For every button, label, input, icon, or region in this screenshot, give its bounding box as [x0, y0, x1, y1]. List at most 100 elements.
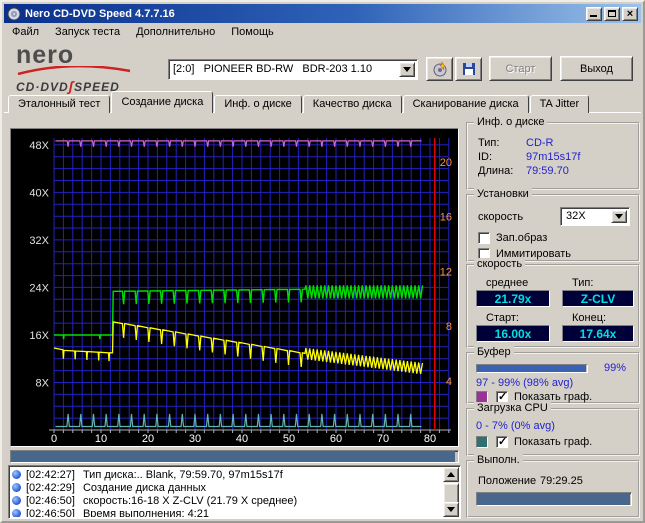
progress-group: Выполн. Положение 79:29.25 [466, 460, 640, 518]
write-image-checkbox[interactable] [478, 232, 490, 244]
start-button[interactable]: Старт [489, 56, 552, 81]
menu-help[interactable]: Помощь [223, 24, 282, 40]
chart-line-rotation-speed [54, 322, 423, 374]
log-scrollbar[interactable] [443, 467, 459, 517]
disc-length-label: Длина: [478, 165, 513, 177]
app-window: Nero CD-DVD Speed 4.7.7.16 × Файл Запуск… [0, 0, 645, 523]
position-progress-bar [476, 492, 632, 506]
settings-group: Установки скорость 32X Зап.образ Иммитир… [466, 194, 640, 262]
x-tick-label: 80 [424, 433, 436, 445]
x-tick-label: 40 [236, 433, 248, 445]
y-left-tick-label: 16X [29, 330, 49, 342]
position-value: 79:29.25 [540, 475, 583, 487]
cpu-color-swatch [476, 436, 488, 448]
x-tick-label: 30 [189, 433, 201, 445]
x-tick-label: 50 [283, 433, 295, 445]
y-right-tick-label: 16 [440, 212, 452, 224]
disc-length-value: 79:59.70 [526, 165, 569, 177]
window-title: Nero CD-DVD Speed 4.7.7.16 [25, 8, 584, 20]
drive-selector[interactable]: [2:0] PIONEER BD-RW BDR-203 1.10 [168, 59, 418, 80]
buffer-percent: 99% [604, 362, 626, 374]
minimize-button[interactable] [586, 7, 602, 21]
x-tick-label: 0 [51, 433, 57, 445]
speed-select-arrow[interactable] [611, 210, 627, 223]
buffer-level-fill [477, 365, 586, 372]
type-label: Тип: [572, 277, 593, 289]
drive-selector-arrow[interactable] [399, 62, 415, 77]
tab-scan-disc[interactable]: Сканирование диска [403, 95, 529, 113]
end-speed-label: Конец: [572, 312, 606, 324]
end-speed-value: 17.64x [562, 325, 634, 342]
buffer-group: Буфер 99% 97 - 99% (98% avg) Показать гр… [466, 352, 640, 404]
burn-options-button[interactable] [426, 57, 453, 81]
x-tick-label: 60 [330, 433, 342, 445]
log-entry-icon [12, 509, 21, 517]
log-panel: [02:42:27] Тип диска:.. Blank, 79:59.70,… [8, 465, 461, 519]
menu-extra[interactable]: Дополнительно [128, 24, 223, 40]
tab-benchmark[interactable]: Эталонный тест [8, 95, 110, 113]
write-image-label: Зап.образ [496, 232, 547, 244]
save-button[interactable] [455, 57, 482, 81]
speed-select[interactable]: 32X [560, 207, 630, 226]
menu-bar: Файл Запуск теста Дополнительно Помощь [4, 23, 641, 41]
log-entry-time: [02:46:50] [26, 508, 75, 518]
floppy-save-icon [462, 62, 476, 76]
log-entry-text: Создание диска данных [83, 482, 206, 494]
tab-disc-quality[interactable]: Качество диска [303, 95, 402, 113]
app-icon[interactable] [7, 7, 21, 21]
disc-id-value: 97m15s17f [526, 151, 580, 163]
buffer-level-bar [476, 364, 588, 373]
log-lines: [02:42:27] Тип диска:.. Blank, 79:59.70,… [12, 468, 442, 517]
exit-button[interactable]: Выход [560, 56, 633, 81]
position-label: Положение [478, 475, 536, 487]
average-label: среднее [486, 277, 528, 289]
x-tick-label: 70 [377, 433, 389, 445]
log-entry-time: [02:42:29] [26, 482, 75, 494]
type-value: Z-CLV [562, 290, 634, 307]
disc-type-label: Тип: [478, 137, 499, 149]
log-entry-text: Время выполнения: 4:21 [83, 508, 209, 518]
start-speed-label: Старт: [486, 312, 519, 324]
menu-run-test[interactable]: Запуск теста [47, 24, 128, 40]
speed-select-value: 32X [566, 210, 586, 222]
cpu-show-graph-checkbox[interactable] [496, 436, 508, 448]
tab-ta-jitter[interactable]: TA Jitter [530, 95, 590, 113]
disc-type-value: CD-R [526, 137, 554, 149]
drive-selector-value: [2:0] PIONEER BD-RW BDR-203 1.10 [173, 63, 397, 75]
speed-select-label: скорость [478, 211, 523, 223]
burn-disc-icon [432, 61, 448, 77]
y-right-tick-label: 20 [440, 157, 452, 169]
buffer-range: 97 - 99% (98% avg) [476, 377, 573, 389]
speed-result-group: скорость среднее Тип: 21.79x Z-CLV Старт… [466, 264, 640, 348]
scroll-up-button[interactable] [443, 467, 459, 482]
speed-result-title: скорость [474, 258, 525, 270]
cpu-group: Загрузка CPU 0 - 7% (0% avg) Показать гр… [466, 408, 640, 456]
settings-title: Установки [474, 188, 532, 200]
y-left-tick-label: 8X [36, 378, 50, 390]
close-button[interactable]: × [622, 7, 638, 21]
chart-svg: 8X16X24X32X40X48X01020304050607080481216… [11, 129, 458, 446]
tab-strip: Эталонный тест Создание диска Инф. о дис… [8, 91, 590, 113]
y-right-tick-label: 4 [446, 376, 452, 388]
log-entry-text: Тип диска:.. Blank, 79:59.70, 97m15s17f [83, 469, 283, 481]
y-right-tick-label: 8 [446, 321, 452, 333]
scroll-down-button[interactable] [443, 502, 459, 517]
cpu-title: Загрузка CPU [474, 402, 551, 414]
test-progress-bar [10, 450, 459, 463]
log-entry-icon [12, 496, 21, 505]
y-left-tick-label: 48X [29, 140, 49, 152]
x-tick-label: 10 [95, 433, 107, 445]
maximize-button[interactable] [604, 7, 620, 21]
average-value: 21.79x [476, 290, 550, 307]
nero-swoosh [16, 66, 134, 75]
title-bar[interactable]: Nero CD-DVD Speed 4.7.7.16 × [4, 4, 641, 23]
nero-logo: nero CD·DVDʃSPEED [16, 44, 166, 90]
exit-button-label: Выход [580, 63, 613, 75]
log-entry: [02:46:50] скорость:16-18 X Z-CLV (21.79… [12, 494, 442, 507]
y-left-tick-label: 24X [29, 282, 49, 294]
menu-file[interactable]: Файл [4, 24, 47, 40]
tab-create-disc[interactable]: Создание диска [111, 91, 213, 113]
tab-disc-info[interactable]: Инф. о диске [214, 95, 301, 113]
log-entry-icon [12, 470, 21, 479]
buffer-title: Буфер [474, 346, 514, 358]
